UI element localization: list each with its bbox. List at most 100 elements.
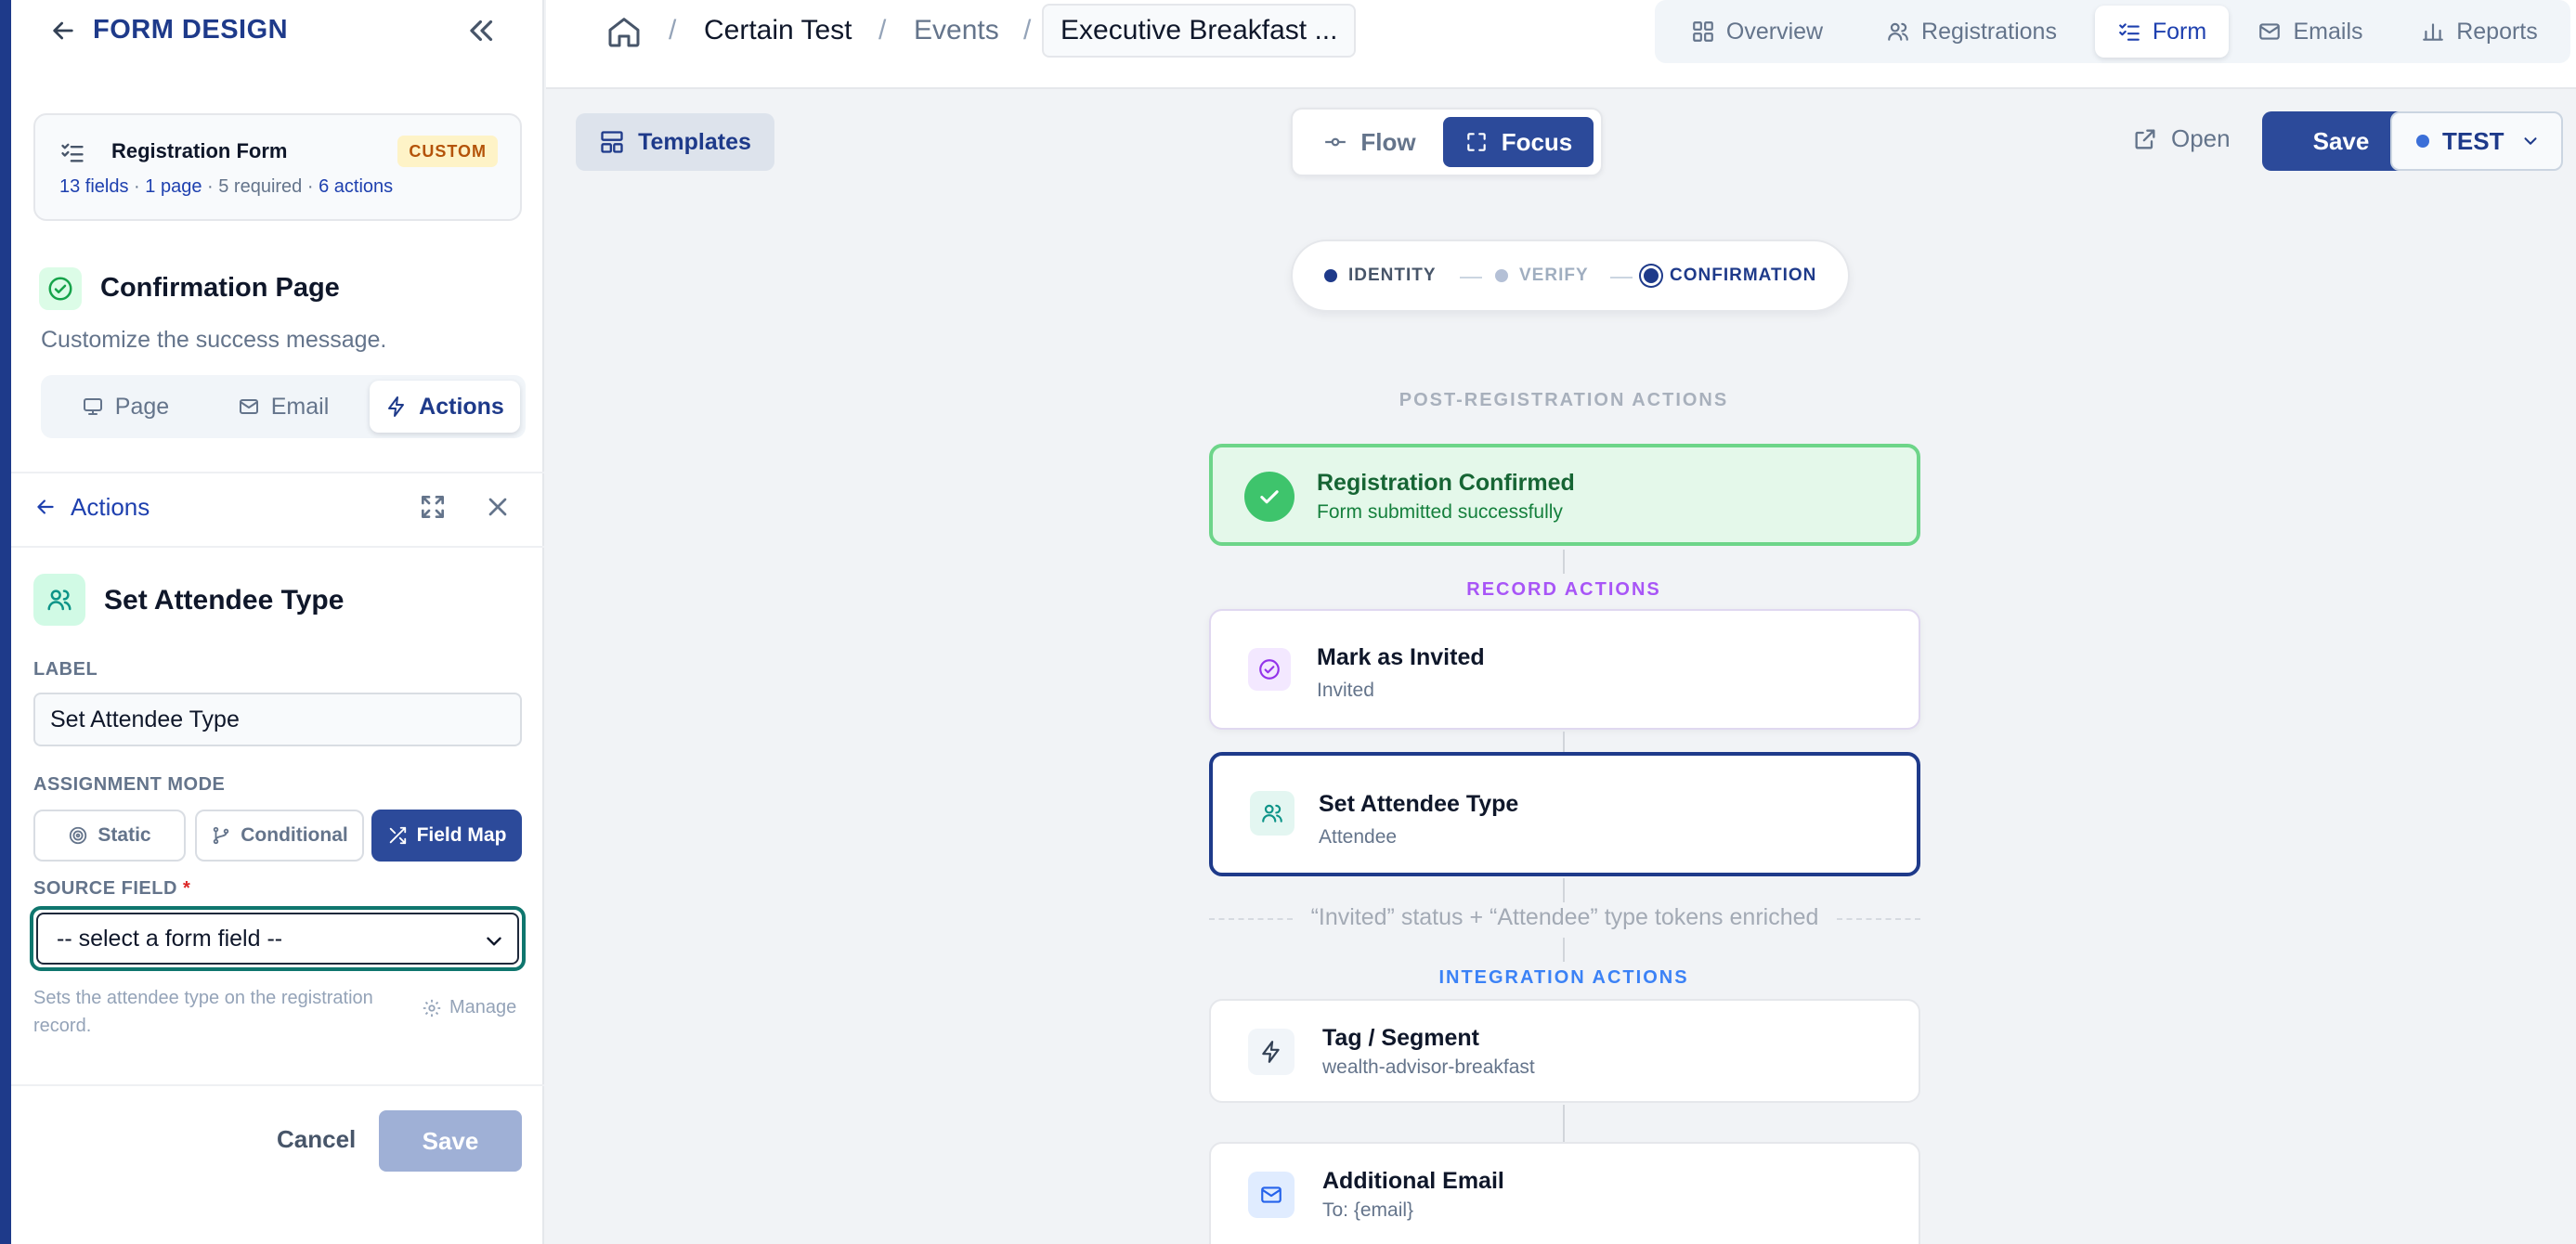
cancel-button[interactable]: Cancel [277, 1125, 356, 1154]
chevron-down-icon [2524, 137, 2537, 145]
bolt-icon [1248, 1029, 1295, 1075]
mode-field-map-button[interactable]: Field Map [371, 810, 522, 862]
breadcrumb-event-name[interactable]: Executive Breakfast ... [1042, 4, 1357, 58]
top-bar: / Certain Test / Events / Executive Brea… [546, 0, 2576, 89]
app-accent-strip [0, 0, 11, 1244]
node-subtitle: Form submitted successfully [1317, 501, 1563, 523]
assignment-mode-caption: ASSIGNMENT MODE [33, 774, 226, 795]
bar-chart-icon [2423, 23, 2444, 41]
nav-form[interactable]: Form [2095, 6, 2229, 58]
grid-icon [1693, 21, 1713, 42]
node-title: Mark as Invited [1317, 644, 1485, 670]
step-dot-current [1644, 268, 1659, 283]
set-attendee-type-node[interactable]: Set Attendee Type Attendee [1209, 752, 1920, 876]
flow-connector [1563, 1105, 1565, 1142]
environment-status-dot [2416, 135, 2429, 148]
meta-pages: 1 page [145, 176, 202, 197]
nav-reports[interactable]: Reports [2394, 6, 2565, 58]
label-input[interactable] [33, 693, 522, 746]
form-summary-card[interactable]: Registration Form CUSTOM 13 fields · 1 p… [33, 113, 522, 221]
node-title: Set Attendee Type [1319, 791, 1519, 817]
check-circle-icon [39, 267, 82, 310]
source-field-help: Sets the attendee type on the registrati… [33, 988, 373, 1036]
step-confirmation[interactable]: CONFIRMATION [1644, 266, 1816, 286]
save-action-button[interactable]: Save [379, 1110, 522, 1172]
divider [11, 1084, 544, 1086]
nav-emails[interactable]: Emails [2236, 6, 2385, 58]
view-toggle: Flow Focus [1291, 108, 1603, 176]
commit-icon [1325, 137, 1347, 147]
branch-icon [214, 826, 229, 845]
actions-back-link[interactable]: Actions [33, 490, 150, 524]
breadcrumb-certain-test[interactable]: Certain Test [704, 15, 852, 46]
breadcrumb-separator: / [878, 15, 887, 45]
monitor-icon [83, 398, 102, 415]
flow-connector [1563, 878, 1565, 902]
mode-static-button[interactable]: Static [33, 810, 186, 862]
node-title: Registration Confirmed [1317, 470, 1575, 496]
meta-required: 5 required [218, 176, 303, 197]
templates-button[interactable]: Templates [576, 113, 774, 171]
users-icon [1250, 791, 1295, 836]
nav-overview[interactable]: Overview [1664, 6, 1850, 58]
step-dot [1495, 269, 1508, 282]
step-verify[interactable]: VERIFY [1495, 266, 1589, 286]
close-icon[interactable] [483, 492, 513, 522]
node-subtitle: Attendee [1319, 826, 1398, 848]
section-tabs: Page Email Actions [41, 375, 526, 438]
tag-segment-node[interactable]: Tag / Segment wealth-advisor-breakfast [1209, 999, 1920, 1103]
expand-icon[interactable] [418, 492, 448, 522]
step-identity[interactable]: IDENTITY [1324, 266, 1437, 286]
post-registration-label: POST-REGISTRATION ACTIONS [1399, 390, 1729, 410]
view-flow-button[interactable]: Flow [1300, 117, 1439, 167]
view-focus-button[interactable]: Focus [1443, 117, 1594, 167]
source-field-select[interactable]: -- select a form field -- [36, 913, 519, 965]
chevron-down-icon [487, 937, 501, 946]
shuffle-icon [389, 826, 406, 845]
tab-actions[interactable]: Actions [370, 381, 520, 433]
divider [11, 546, 544, 548]
flow-connector [1563, 938, 1565, 962]
label-caption: LABEL [33, 659, 98, 680]
users-icon [33, 574, 85, 626]
page-stepper: IDENTITY VERIFY CONFIRMATION [1291, 240, 1850, 312]
enrichment-note: “Invited” status + “Attendee” type token… [1209, 904, 1920, 934]
gear-icon [423, 999, 441, 1017]
enrichment-text: “Invited” status + “Attendee” type token… [1297, 904, 1832, 930]
registration-confirmed-node[interactable]: Registration Confirmed Form submitted su… [1209, 444, 1920, 546]
additional-email-node[interactable]: Additional Email To: {email} [1209, 1142, 1920, 1244]
manage-link[interactable]: Manage [422, 997, 516, 1018]
mail-icon [1248, 1172, 1295, 1218]
tab-page[interactable]: Page [46, 381, 204, 433]
breadcrumb-separator: / [669, 15, 677, 45]
required-marker: * [182, 878, 191, 899]
bolt-icon [388, 396, 405, 417]
node-subtitle: wealth-advisor-breakfast [1322, 1056, 1535, 1078]
editor-title: Set Attendee Type [104, 585, 345, 616]
mode-conditional-button[interactable]: Conditional [195, 810, 364, 862]
back-arrow-icon [37, 499, 54, 514]
tab-email[interactable]: Email [204, 381, 362, 433]
form-design-sidebar: FORM DESIGN Registration Form CUSTOM 13 … [11, 0, 544, 1244]
step-connector [1460, 277, 1482, 279]
collapse-sidebar-icon[interactable] [464, 13, 500, 48]
form-card-title: Registration Form [111, 139, 288, 162]
integration-actions-label: INTEGRATION ACTIONS [1438, 967, 1689, 988]
mail-icon [2259, 23, 2281, 40]
node-title: Tag / Segment [1322, 1025, 1480, 1051]
node-subtitle: To: {email} [1322, 1199, 1414, 1221]
step-dot [1324, 269, 1337, 282]
home-icon[interactable] [605, 13, 643, 50]
source-field-caption: SOURCE FIELD * [33, 878, 191, 899]
mark-as-invited-node[interactable]: Mark as Invited Invited [1209, 609, 1920, 730]
flow-connector [1563, 732, 1565, 752]
breadcrumb-events[interactable]: Events [914, 15, 999, 46]
focus-icon [1466, 133, 1486, 151]
meta-fields: 13 fields [59, 176, 129, 197]
custom-badge: CUSTOM [397, 136, 498, 167]
nav-registrations[interactable]: Registrations [1854, 6, 2089, 58]
open-link[interactable]: Open [2132, 124, 2231, 153]
back-arrow-icon[interactable] [48, 16, 78, 45]
environment-dropdown[interactable]: TEST [2390, 111, 2563, 171]
section-title: Confirmation Page [100, 273, 340, 303]
